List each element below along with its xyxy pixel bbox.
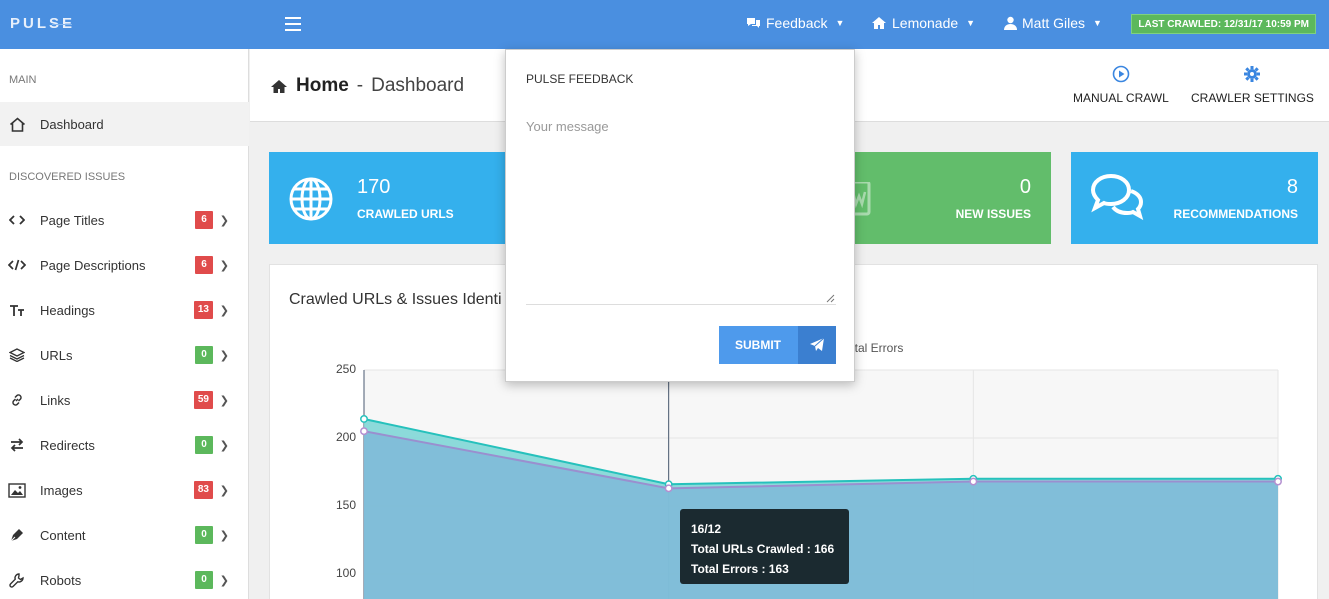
data-point [1274,477,1282,486]
resize-grip-icon[interactable] [826,294,835,303]
feedback-title: PULSE FEEDBACK [526,72,634,86]
y-tick-label: 250 [335,362,356,376]
y-tick-label: 150 [335,498,356,512]
data-point [969,477,978,486]
chart-tooltip: 16/12 Total URLs Crawled : 166 Total Err… [680,509,849,584]
tooltip-line-urls: Total URLs Crawled : 166 [691,542,835,556]
submit-button[interactable]: SUBMIT [719,326,836,364]
tooltip-line-errors: Total Errors : 163 [691,562,789,576]
y-tick-label: 100 [335,566,356,580]
feedback-message-input[interactable] [526,110,836,305]
tooltip-date: 16/12 [691,522,722,536]
submit-label: SUBMIT [735,338,781,352]
y-tick-label: 200 [335,430,356,444]
data-point [360,427,368,436]
paper-plane-icon [798,326,836,364]
data-point [360,415,368,423]
feedback-dropdown: PULSE FEEDBACK SUBMIT [505,49,855,382]
data-point [664,484,673,493]
